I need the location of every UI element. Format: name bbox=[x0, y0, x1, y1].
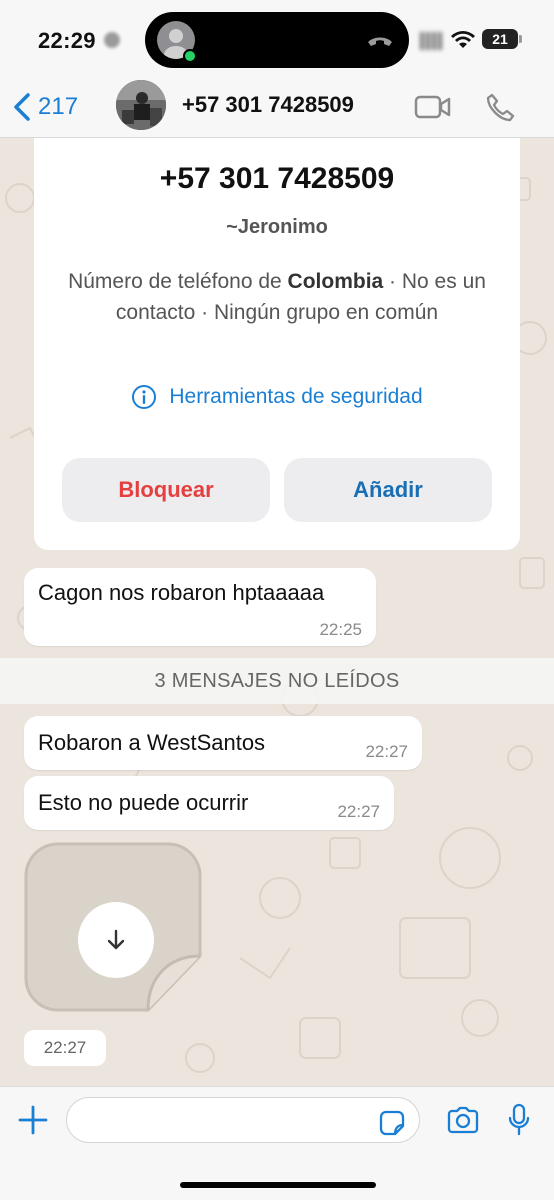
message-bubble[interactable]: Robaron a WestSantos 22:27 bbox=[24, 716, 422, 770]
wifi-icon bbox=[450, 28, 476, 55]
download-icon bbox=[107, 929, 125, 950]
message-time: 22:27 bbox=[337, 802, 380, 821]
message-bubble[interactable]: Esto no puede ocurrir 22:27 bbox=[24, 776, 394, 830]
desc-prefix: Número de teléfono de bbox=[68, 270, 288, 293]
add-contact-button[interactable]: Añadir bbox=[284, 458, 492, 522]
security-tools-link[interactable]: Herramientas de seguridad bbox=[34, 384, 520, 410]
home-indicator[interactable] bbox=[180, 1182, 376, 1188]
message-text: Robaron a WestSantos bbox=[38, 730, 266, 755]
sticker-placeholder[interactable] bbox=[24, 842, 202, 1012]
mic-icon[interactable] bbox=[508, 1103, 530, 1142]
message-bubble[interactable]: Cagon nos robaron hptaaaaa 22:25 bbox=[24, 568, 376, 646]
battery-cap bbox=[519, 35, 522, 43]
back-button[interactable]: 217 bbox=[12, 92, 78, 122]
card-description: Número de teléfono de Colombia · No es u… bbox=[64, 266, 490, 328]
hangup-phone-icon[interactable] bbox=[365, 28, 395, 57]
security-tools-label: Herramientas de seguridad bbox=[169, 385, 423, 408]
card-contact-name: ~Jeronimo bbox=[226, 216, 328, 238]
signal-icon bbox=[420, 32, 444, 50]
chat-area[interactable]: +57 301 7428509 ~Jeronimo Número de telé… bbox=[0, 138, 554, 1086]
whatsapp-badge-icon bbox=[183, 49, 197, 63]
chevron-left-icon bbox=[14, 93, 30, 121]
battery-indicator: 21 bbox=[482, 29, 518, 49]
plus-icon[interactable] bbox=[16, 1103, 50, 1142]
card-phone-number: +57 301 7428509 bbox=[159, 162, 395, 195]
message-time: 22:27 bbox=[365, 742, 408, 761]
notification-icon bbox=[104, 32, 120, 48]
contact-avatar[interactable] bbox=[116, 80, 166, 130]
contact-title[interactable]: +57 301 7428509 bbox=[182, 92, 354, 118]
status-bar: 22:29 21 bbox=[0, 0, 554, 80]
desc-country: Colombia bbox=[287, 270, 384, 293]
phone-icon[interactable] bbox=[484, 92, 516, 129]
download-button[interactable] bbox=[78, 902, 154, 978]
block-button[interactable]: Bloquear bbox=[62, 458, 270, 522]
sticker-icon[interactable] bbox=[378, 1109, 406, 1142]
message-text: Esto no puede ocurrir bbox=[38, 790, 249, 815]
sticker-time: 22:27 bbox=[24, 1030, 106, 1066]
info-icon bbox=[132, 385, 157, 409]
message-text: Cagon nos robaron hptaaaaa bbox=[38, 580, 325, 605]
message-input[interactable] bbox=[66, 1097, 420, 1143]
camera-icon[interactable] bbox=[446, 1105, 480, 1140]
video-icon[interactable] bbox=[414, 94, 452, 125]
contact-info-card: +57 301 7428509 ~Jeronimo Número de telé… bbox=[34, 138, 520, 550]
back-count: 217 bbox=[38, 93, 79, 120]
status-time: 22:29 bbox=[38, 28, 96, 53]
chat-header: 217 +57 301 7428509 bbox=[0, 80, 554, 138]
unread-messages-banner: 3 MENSAJES NO LEÍDOS bbox=[0, 658, 554, 704]
dynamic-island[interactable] bbox=[145, 12, 409, 68]
message-time: 22:25 bbox=[319, 620, 362, 639]
